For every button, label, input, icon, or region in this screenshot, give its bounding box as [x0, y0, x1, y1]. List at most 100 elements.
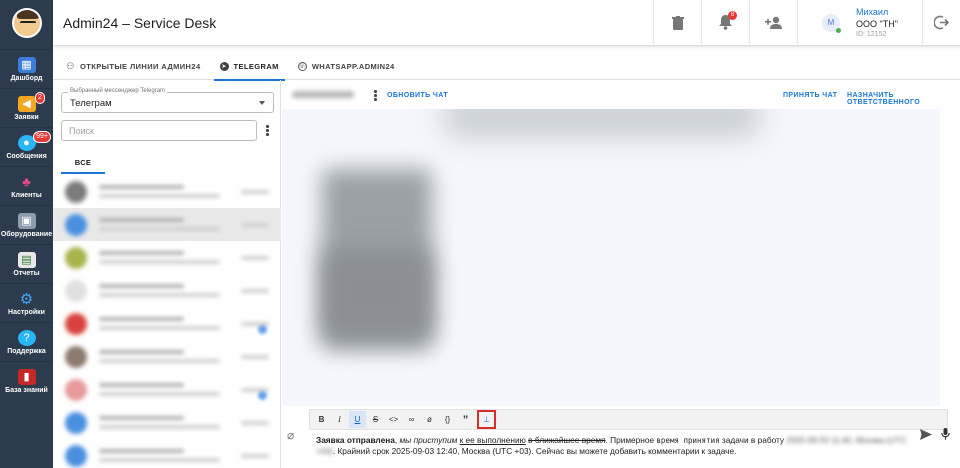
chat-preview — [99, 350, 241, 363]
dashboard-icon: ▦ — [17, 56, 36, 73]
chat-avatar — [65, 444, 87, 467]
chat-list-item[interactable] — [53, 340, 281, 373]
messages-scrollbar[interactable] — [940, 109, 960, 406]
tab-whatsapp[interactable]: ☏ WHATSAPP.ADMIN24 — [292, 54, 401, 80]
user-profile[interactable]: М Михаил ООО "ТН" ID: 12152 — [797, 0, 922, 46]
notifications-button[interactable]: 8 — [701, 0, 749, 46]
sidebar-item-label: Настройки — [8, 308, 45, 316]
chat-avatar — [65, 378, 87, 401]
chat-list-item[interactable] — [53, 175, 281, 208]
sidebar-item-label: Дашборд — [10, 74, 43, 82]
chat-options-button[interactable] — [374, 90, 377, 102]
bold-button[interactable]: B — [313, 411, 330, 428]
users-icon: ⚇ — [66, 61, 75, 71]
sidebar-item-label: Оборудование — [0, 230, 53, 238]
delete-button[interactable] — [653, 0, 701, 46]
sidebar-item-support[interactable]: ? Поддержка — [0, 322, 53, 361]
spoiler-button[interactable]: ø — [421, 411, 438, 428]
chat-contact-name — [292, 91, 354, 98]
chat-time — [241, 453, 269, 458]
chat-avatar — [65, 279, 87, 302]
send-button[interactable] — [920, 427, 932, 445]
chat-preview — [99, 416, 241, 429]
formatting-toolbar: B I U S <> ∞ ø {} ” ⊥ — [309, 409, 948, 430]
messenger-select-legend: Выбранный мессенджер Telegram — [68, 88, 168, 94]
chat-list-item[interactable] — [53, 208, 281, 241]
user-name: Михаил — [856, 7, 889, 17]
microphone-button[interactable] — [941, 427, 950, 445]
accept-chat-button[interactable]: ПРИНЯТЬ ЧАТ — [783, 92, 837, 99]
sidebar-item-equipment[interactable]: ▣ Оборудование — [0, 205, 53, 244]
strikethrough-button[interactable]: S — [367, 411, 384, 428]
sidebar-item-clients[interactable]: ♣ Клиенты — [0, 166, 53, 205]
profile-avatar-wrap — [0, 0, 53, 45]
message-input[interactable]: Заявка отправлена, мы приступим к ее вып… — [316, 435, 916, 457]
app-title: Admin24 – Service Desk — [63, 14, 217, 31]
tab-open-lines[interactable]: ⚇ ОТКРЫТЫЕ ЛИНИИ АДМИН24 — [60, 54, 207, 80]
chat-avatar — [65, 411, 87, 434]
messages-area — [282, 109, 940, 406]
link-button[interactable]: ∞ — [403, 411, 420, 428]
chat-list — [53, 175, 281, 468]
sidebar-item-label: Заявки — [14, 113, 39, 121]
help-icon: ? — [17, 329, 36, 346]
chat-list-item[interactable] — [53, 373, 281, 406]
chat-list-item[interactable] — [53, 307, 281, 340]
underline-button[interactable]: U — [349, 411, 366, 428]
chat-time — [241, 288, 269, 293]
logout-button[interactable] — [922, 0, 960, 46]
tab-telegram[interactable]: ➤ TELEGRAM — [213, 54, 286, 81]
sidebar-item-label: Отчеты — [13, 269, 40, 277]
messenger-select[interactable]: Выбранный мессенджер Telegram Телеграм — [61, 88, 274, 113]
code-block-button[interactable]: {} — [439, 411, 456, 428]
text-italic: мы приступим — [399, 435, 458, 445]
messages-badge: 99+ — [33, 131, 51, 143]
chat-preview — [99, 383, 241, 396]
chat-avatar — [65, 180, 87, 203]
add-user-button[interactable] — [749, 0, 797, 46]
blurred-message-image-shade — [322, 249, 432, 339]
text-plain: . Крайний срок 2025-09-03 12:40, Москва … — [332, 446, 737, 456]
chat-avatar — [65, 312, 87, 335]
gear-icon: ⚙ — [19, 290, 34, 308]
user-avatar: М — [822, 13, 841, 33]
text-strikethrough: в ближайшее время — [528, 435, 606, 445]
assign-responsible-button[interactable]: НАЗНАЧИТЬ ОТВЕТСТВЕННОГО — [847, 92, 960, 106]
tab-all-chats[interactable]: ВСЕ — [61, 150, 105, 174]
user-avatar-letter: М — [827, 18, 835, 27]
sidebar-item-messages[interactable]: ● Сообщения 99+ — [0, 127, 53, 166]
unread-indicator — [258, 325, 267, 334]
italic-button[interactable]: I — [331, 411, 348, 428]
report-icon: ▤ — [17, 251, 36, 268]
refresh-chat-button[interactable]: ОБНОВИТЬ ЧАТ — [387, 92, 448, 99]
chat-preview — [99, 185, 241, 198]
chat-list-item[interactable] — [53, 406, 281, 439]
tab-label: WHATSAPP.ADMIN24 — [311, 62, 395, 71]
sidebar-item-settings[interactable]: ⚙ Настройки — [0, 283, 53, 322]
chat-list-item[interactable] — [53, 439, 281, 468]
paperclip-icon[interactable]: ⌀ — [287, 428, 294, 442]
sidebar-item-dashboard[interactable]: ▦ Дашборд — [0, 49, 53, 88]
top-header: Admin24 – Service Desk 8 М Михаил ООО "Т… — [53, 0, 960, 46]
quote-button[interactable]: ” — [457, 411, 474, 428]
user-info: Михаил ООО "ТН" ID: 12152 — [856, 7, 898, 38]
chat-list-item[interactable] — [53, 274, 281, 307]
pin-button[interactable]: ⊥ — [477, 410, 496, 429]
tab-label: ОТКРЫТЫЕ ЛИНИИ АДМИН24 — [80, 62, 201, 71]
search-placeholder: Поиск — [69, 126, 94, 136]
list-options-button[interactable] — [266, 125, 269, 137]
text-underline: к ее выполнению — [459, 435, 526, 445]
sidebar-item-requests[interactable]: ◀ Заявки 2 — [0, 88, 53, 127]
add-user-icon — [764, 16, 782, 29]
search-input[interactable]: Поиск — [61, 120, 257, 141]
chat-list-item[interactable] — [53, 241, 281, 274]
sidebar-item-knowledge-base[interactable]: ▮ База знаний — [0, 361, 53, 400]
clients-icon: ♣ — [22, 174, 31, 189]
profile-avatar[interactable] — [11, 7, 42, 38]
trash-icon — [671, 15, 684, 30]
code-button[interactable]: <> — [385, 411, 402, 428]
sidebar-item-label: Поддержка — [7, 347, 46, 355]
whatsapp-icon: ☏ — [297, 62, 307, 71]
sidebar-item-reports[interactable]: ▤ Отчеты — [0, 244, 53, 283]
user-id: ID: 12152 — [856, 31, 887, 38]
